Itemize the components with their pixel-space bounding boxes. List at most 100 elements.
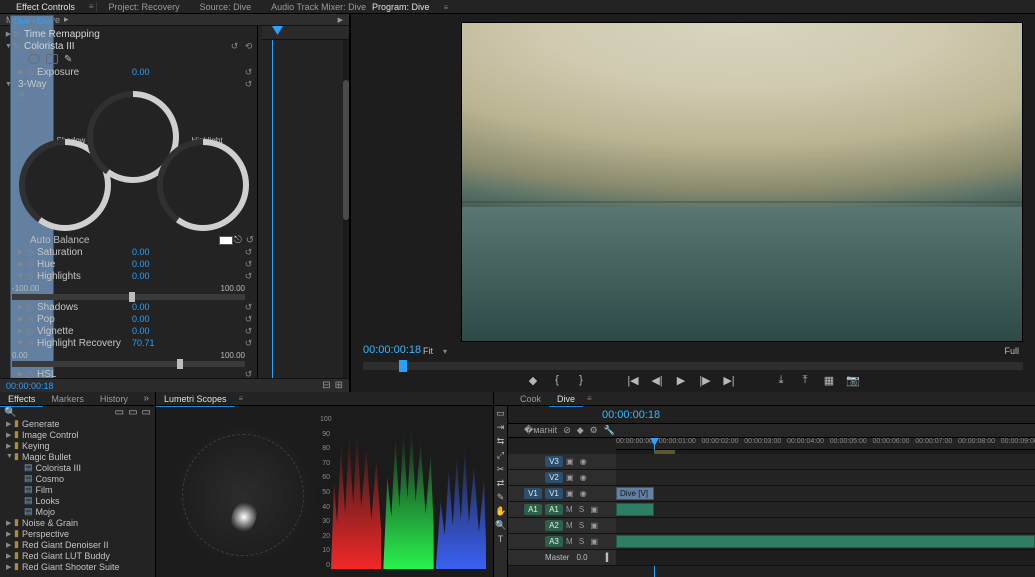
play-icon[interactable]: ▶ [674,374,688,390]
go-to-out-icon[interactable]: ▶| [722,374,736,390]
extract-icon[interactable]: ⤒ [798,374,812,390]
reset-icon[interactable]: ↺ [244,272,253,281]
param-exposure-value[interactable]: 0.00 [132,67,150,77]
tab-effects[interactable]: Effects [0,392,43,406]
ec-zoom-out-icon[interactable]: ⊟ [322,380,330,391]
effect-folder[interactable]: ▶▮Generate [0,418,155,429]
reset-icon[interactable]: ↺ [244,80,253,89]
param-highlights[interactable]: Highlights [34,271,81,282]
twirl-icon[interactable]: ▶ [6,442,14,450]
stopwatch-icon[interactable]: ◷ [25,259,34,270]
ec-scrollbar[interactable] [343,40,349,378]
add-marker-icon[interactable]: ◆ [526,374,540,390]
track-a1[interactable]: A1 [545,504,563,515]
panel-menu-icon[interactable]: ≡ [444,3,449,12]
reset-icon[interactable]: ↺ [244,327,253,336]
clip-dive-v[interactable]: Dive [V] [616,487,654,500]
razor-tool-icon[interactable]: ✂ [495,464,506,475]
stopwatch-icon[interactable]: ◷ [16,90,25,101]
settings-icon[interactable]: ⚙ [590,425,598,436]
camera-icon[interactable]: 📷 [846,374,860,390]
reset-icon[interactable]: ↺ [244,370,253,378]
stopwatch-icon[interactable]: ◷ [25,302,34,313]
tab-history[interactable]: History [92,392,136,406]
mask-ellipse-icon[interactable] [28,54,40,64]
stopwatch-icon[interactable]: ◷ [25,67,34,78]
track-a3[interactable]: A3 [545,536,563,547]
effect-folder[interactable]: ▶▮Noise & Grain [0,517,155,528]
mask-pen-icon[interactable]: ✎ [64,54,72,65]
param-highlight-recovery[interactable]: Highlight Recovery [34,338,121,349]
tab-project[interactable]: Project: Recovery [99,0,190,14]
effect-folder[interactable]: ▶▮Red Giant Shooter Suite [0,561,155,572]
param-shadows-value[interactable]: 0.00 [132,302,150,312]
effects-tree[interactable]: ▶▮Generate▶▮Image Control▶▮Keying▼▮Magic… [0,418,155,577]
twirl-icon[interactable]: ▼ [16,273,25,280]
stopwatch-icon[interactable]: ◷ [25,338,34,349]
param-hsl[interactable]: HSL [34,369,56,379]
param-exposure[interactable]: Exposure [34,67,79,78]
tab-source[interactable]: Source: Dive [190,0,262,14]
effect-preset[interactable]: ▤Colorista III [0,462,155,473]
tab-program[interactable]: Program: Dive [362,0,440,14]
program-timecode[interactable]: 00:00:00:18 [363,344,421,356]
lane-a1[interactable] [616,502,1035,517]
param-highlight-recovery-value[interactable]: 70.71 [132,338,155,348]
twirl-icon[interactable]: ▶ [6,541,14,549]
tab-markers[interactable]: Markers [43,392,92,406]
program-resolution-full[interactable]: Full [1004,346,1019,356]
ec-mini-timeline[interactable] [262,26,349,40]
ec-zoom-in-icon[interactable]: ⊞ [335,380,343,391]
timeline-timecode[interactable]: 00:00:00:18 [508,409,660,423]
twirl-icon[interactable]: ▶ [6,552,14,560]
play-icon[interactable]: ▶ [338,16,343,24]
param-pop-value[interactable]: 0.00 [132,314,150,324]
effect-folder[interactable]: ▶▮Red Giant LUT Buddy [0,550,155,561]
effect-preset[interactable]: ▤Mojo [0,506,155,517]
effect-preset[interactable]: ▤Film [0,484,155,495]
source-patch-a1[interactable]: A1 [524,504,542,515]
twirl-icon[interactable]: ▶ [6,530,14,538]
twirl-icon[interactable]: ▶ [6,563,14,571]
chevron-right-icon[interactable]: » [143,393,149,404]
param-shadows[interactable]: Shadows [34,302,78,313]
panel-menu-icon[interactable]: ≡ [89,2,94,11]
twirl-icon[interactable]: ▶ [16,370,25,378]
scrollbar-thumb[interactable] [343,80,349,220]
param-highlights-value[interactable]: 0.00 [132,271,150,281]
effect-colorista[interactable]: Colorista III [21,41,75,52]
reset-icon[interactable]: ↺ [244,315,253,324]
twirl-icon[interactable]: ▶ [6,420,14,428]
twirl-icon[interactable]: ▶ [16,315,25,323]
tab-seq-dive[interactable]: Dive [549,392,583,406]
track-v3[interactable]: V3 [545,456,563,467]
lane-v1[interactable]: Dive [V] [616,486,1035,501]
master-db[interactable]: 0.0 [576,553,587,562]
lane-a2[interactable] [616,518,1035,533]
reset-icon[interactable]: ↺ [244,303,253,312]
mark-out-icon[interactable]: } [574,374,588,390]
effect-preset[interactable]: ▤Looks [0,495,155,506]
chevron-down-icon[interactable]: ▾ [443,347,447,356]
effect-folder[interactable]: ▶▮Red Giant Denoiser II [0,539,155,550]
reset-icon[interactable]: ↺ [244,339,253,348]
filter-32-icon[interactable]: ▭ [128,407,137,418]
effect-time-remapping[interactable]: Time Remapping [21,29,100,40]
shadow-color-wheel[interactable] [30,150,100,220]
snap-icon[interactable]: �магніt [524,425,557,436]
ec-keyframe-area[interactable] [258,40,345,378]
tab-effect-controls[interactable]: Effect Controls [6,0,85,14]
search-icon[interactable]: 🔍 [4,407,16,418]
twirl-icon[interactable]: ▶ [16,260,25,268]
param-vignette[interactable]: Vignette [34,326,74,337]
mark-in-icon[interactable]: { [550,374,564,390]
stopwatch-icon[interactable]: ◷ [25,247,34,258]
tab-seq-cook[interactable]: Cook [512,392,549,406]
midtone-color-wheel[interactable] [98,102,168,172]
hand-tool-icon[interactable]: ✋ [495,506,506,517]
clip-dive-a[interactable] [616,503,654,516]
panel-menu-icon[interactable]: ≡ [239,394,244,403]
reset-icon[interactable]: ↺ [244,248,253,257]
panel-menu-icon[interactable]: ≡ [587,394,592,403]
meter-icon[interactable]: ▍ [606,553,612,562]
